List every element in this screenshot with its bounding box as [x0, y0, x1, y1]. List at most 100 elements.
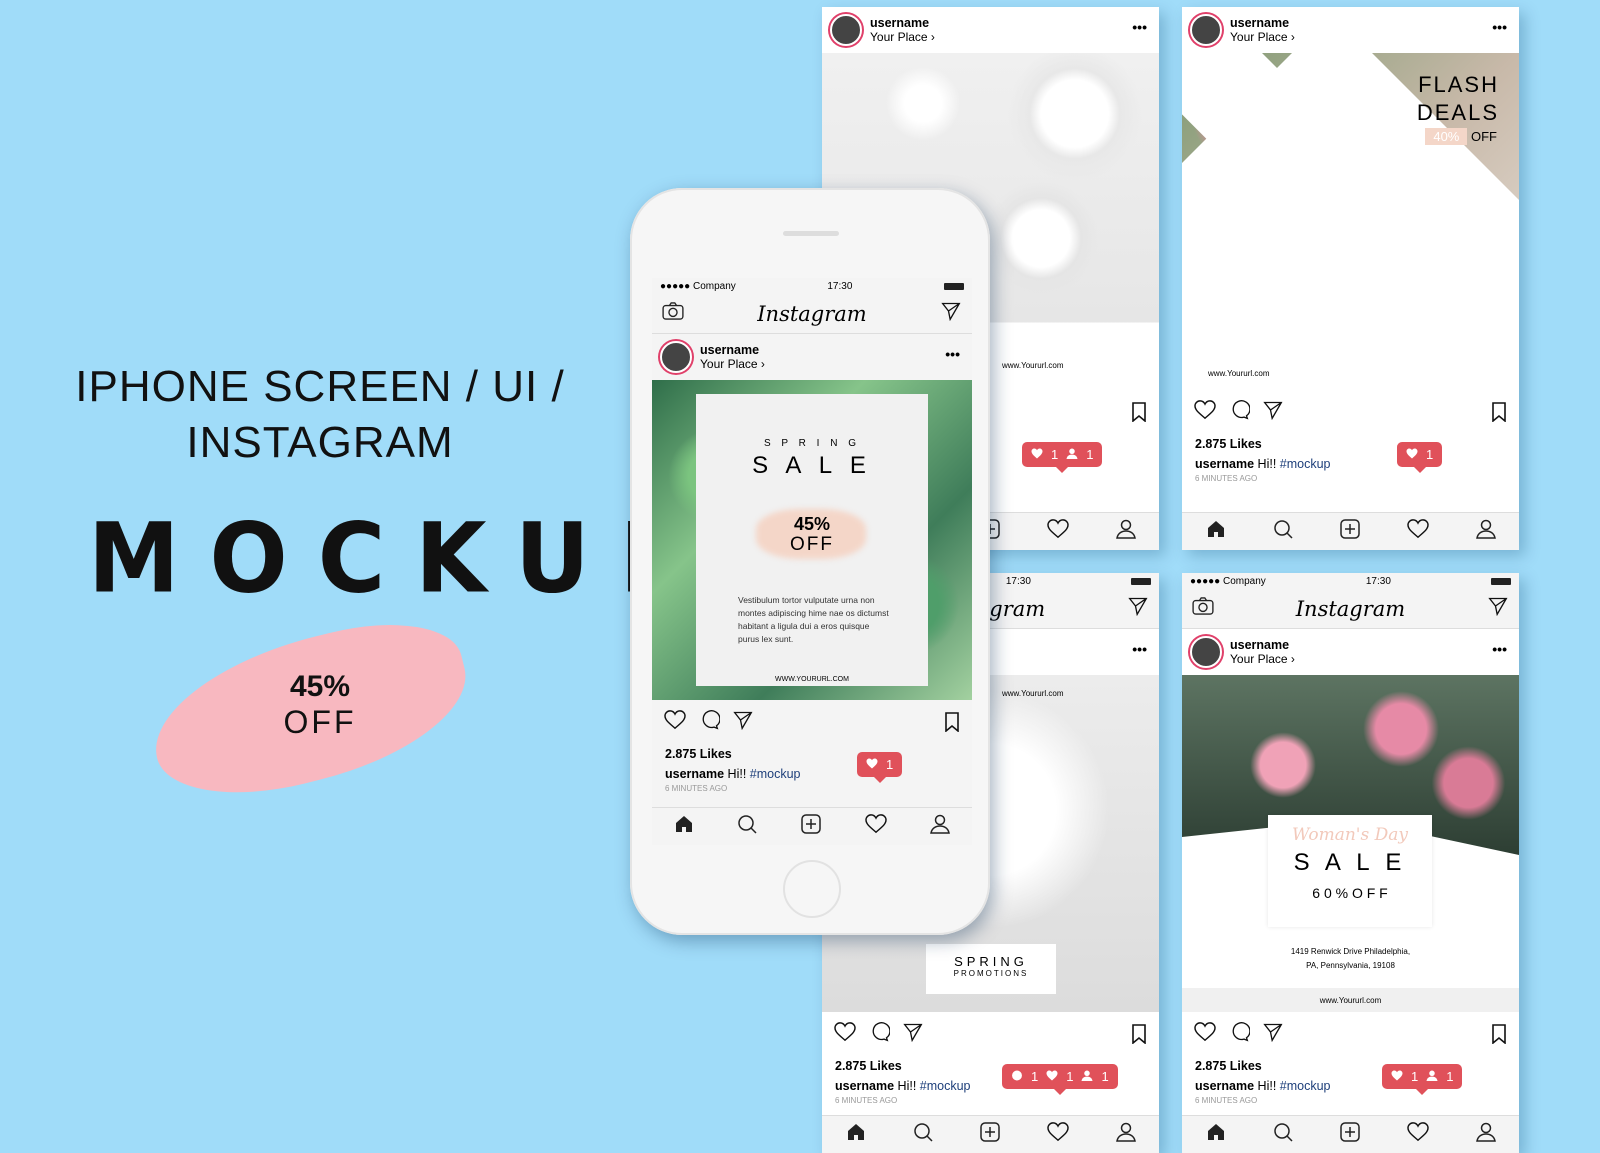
send-icon[interactable] — [940, 301, 962, 326]
badge-count: 1 — [1051, 447, 1059, 462]
more-icon[interactable]: ••• — [945, 346, 960, 362]
notification-badge: 1 — [857, 752, 903, 783]
bookmark-icon[interactable] — [1131, 1024, 1147, 1048]
username[interactable]: username — [700, 343, 765, 357]
plus-icon[interactable] — [979, 1122, 1000, 1147]
location[interactable]: Your Place › — [1230, 30, 1295, 44]
username[interactable]: username — [1230, 16, 1295, 30]
text: OFF — [1471, 129, 1497, 144]
plus-icon[interactable] — [1339, 519, 1360, 544]
user-icon[interactable] — [1475, 1122, 1496, 1147]
bookmark-icon[interactable] — [1491, 1024, 1507, 1048]
caption-user[interactable]: username — [835, 1079, 894, 1093]
search-icon[interactable] — [1273, 519, 1293, 544]
notification-badge: 1 — [1397, 442, 1443, 473]
badge-count: 1 — [1031, 1069, 1039, 1084]
send-icon[interactable] — [1262, 1022, 1284, 1047]
bottom-nav — [652, 807, 972, 845]
post-header: usernameYour Place › ••• — [822, 7, 1159, 53]
likes-count[interactable]: 2.875 Likes — [652, 744, 972, 764]
text: 17:30 — [827, 280, 853, 292]
comment-icon[interactable] — [1228, 1021, 1251, 1047]
text: S A L E — [752, 452, 872, 479]
more-icon[interactable]: ••• — [1492, 641, 1507, 657]
badge-heart-icon — [1031, 447, 1043, 462]
camera-icon[interactable] — [662, 302, 684, 325]
location[interactable]: Your Place › — [870, 30, 935, 44]
notification-badge: 1 1 1 — [1002, 1064, 1118, 1095]
avatar[interactable] — [1190, 636, 1222, 668]
likes-count[interactable]: 2.875 Likes — [1182, 1056, 1519, 1076]
instagram-post-screen: ●●●●● Company17:30 InstagramusernameYour… — [1182, 573, 1519, 1153]
send-icon[interactable] — [902, 1022, 924, 1047]
user-icon[interactable] — [1115, 519, 1136, 544]
hashtag[interactable]: #mockup — [1280, 1079, 1331, 1093]
text: Vestibulum tortor vulputate urna non mon… — [738, 595, 889, 644]
comment-icon[interactable] — [698, 709, 721, 735]
location[interactable]: Your Place › — [700, 357, 765, 371]
text: PA, Pennsylvania, 19108 — [1306, 961, 1395, 970]
heart-icon[interactable] — [834, 1021, 856, 1047]
comment-icon[interactable] — [868, 1021, 891, 1047]
promo-off: OFF — [283, 704, 357, 740]
text: OFF — [790, 534, 834, 555]
home-icon[interactable] — [1206, 519, 1226, 544]
heart-icon[interactable] — [864, 814, 887, 839]
search-icon[interactable] — [913, 1122, 933, 1147]
search-icon[interactable] — [737, 814, 757, 839]
send-icon[interactable] — [1487, 596, 1509, 621]
caption-user[interactable]: username — [1195, 457, 1254, 471]
heart-icon[interactable] — [664, 709, 686, 735]
search-icon[interactable] — [1273, 1122, 1293, 1147]
text: FLASH — [1418, 72, 1499, 97]
likes-count[interactable]: 2.875 Likes — [1182, 434, 1519, 454]
send-icon[interactable] — [1127, 596, 1149, 621]
heart-icon[interactable] — [1406, 1122, 1429, 1147]
user-icon[interactable] — [930, 814, 951, 839]
hashtag[interactable]: #mockup — [750, 767, 801, 781]
hashtag[interactable]: #mockup — [920, 1079, 971, 1093]
heart-icon[interactable] — [1046, 519, 1069, 544]
phone-screen: ●●●●● Company 17:30 Instagram username Your… — [652, 278, 972, 845]
plus-icon[interactable] — [801, 814, 821, 839]
username[interactable]: username — [870, 16, 935, 30]
comment-icon[interactable] — [1228, 399, 1251, 425]
home-icon[interactable] — [674, 814, 694, 839]
post-actions: 1 — [1182, 390, 1519, 473]
plus-icon[interactable] — [1339, 1122, 1360, 1147]
avatar[interactable] — [830, 14, 862, 46]
location[interactable]: Your Place › — [1230, 652, 1295, 666]
battery-icon — [1131, 577, 1151, 585]
text: 17:30 — [1365, 575, 1391, 587]
avatar[interactable] — [1190, 14, 1222, 46]
heart-icon[interactable] — [1194, 1021, 1216, 1047]
hashtag[interactable]: #mockup — [1280, 457, 1331, 471]
more-icon[interactable]: ••• — [1132, 641, 1147, 657]
status-bar: ●●●●● Company 17:30 — [1182, 573, 1519, 589]
iphone-device: ●●●●● Company 17:30 Instagram username Your… — [630, 188, 990, 935]
heart-icon[interactable] — [1046, 1122, 1069, 1147]
send-icon[interactable] — [1262, 400, 1284, 425]
home-button[interactable] — [783, 860, 841, 918]
avatar[interactable] — [660, 341, 692, 373]
heart-icon[interactable] — [1406, 519, 1429, 544]
text: www.Yoururl.com — [1002, 689, 1064, 698]
camera-icon[interactable] — [1192, 597, 1214, 620]
home-icon[interactable] — [846, 1122, 866, 1147]
user-icon[interactable] — [1115, 1122, 1136, 1147]
home-icon[interactable] — [1206, 1122, 1226, 1147]
bookmark-icon[interactable] — [1131, 402, 1147, 426]
bookmark-icon[interactable] — [944, 712, 960, 736]
post-actions: 1 — [652, 700, 972, 783]
username[interactable]: username — [1230, 638, 1295, 652]
more-icon[interactable]: ••• — [1132, 19, 1147, 35]
caption-user[interactable]: username — [665, 767, 724, 781]
heart-icon[interactable] — [1194, 399, 1216, 425]
send-icon[interactable] — [732, 710, 754, 735]
speaker — [783, 231, 839, 236]
caption-user[interactable]: username — [1195, 1079, 1254, 1093]
user-icon[interactable] — [1475, 519, 1496, 544]
bookmark-icon[interactable] — [1491, 402, 1507, 426]
badge-count: 1 — [1086, 447, 1094, 462]
more-icon[interactable]: ••• — [1492, 19, 1507, 35]
